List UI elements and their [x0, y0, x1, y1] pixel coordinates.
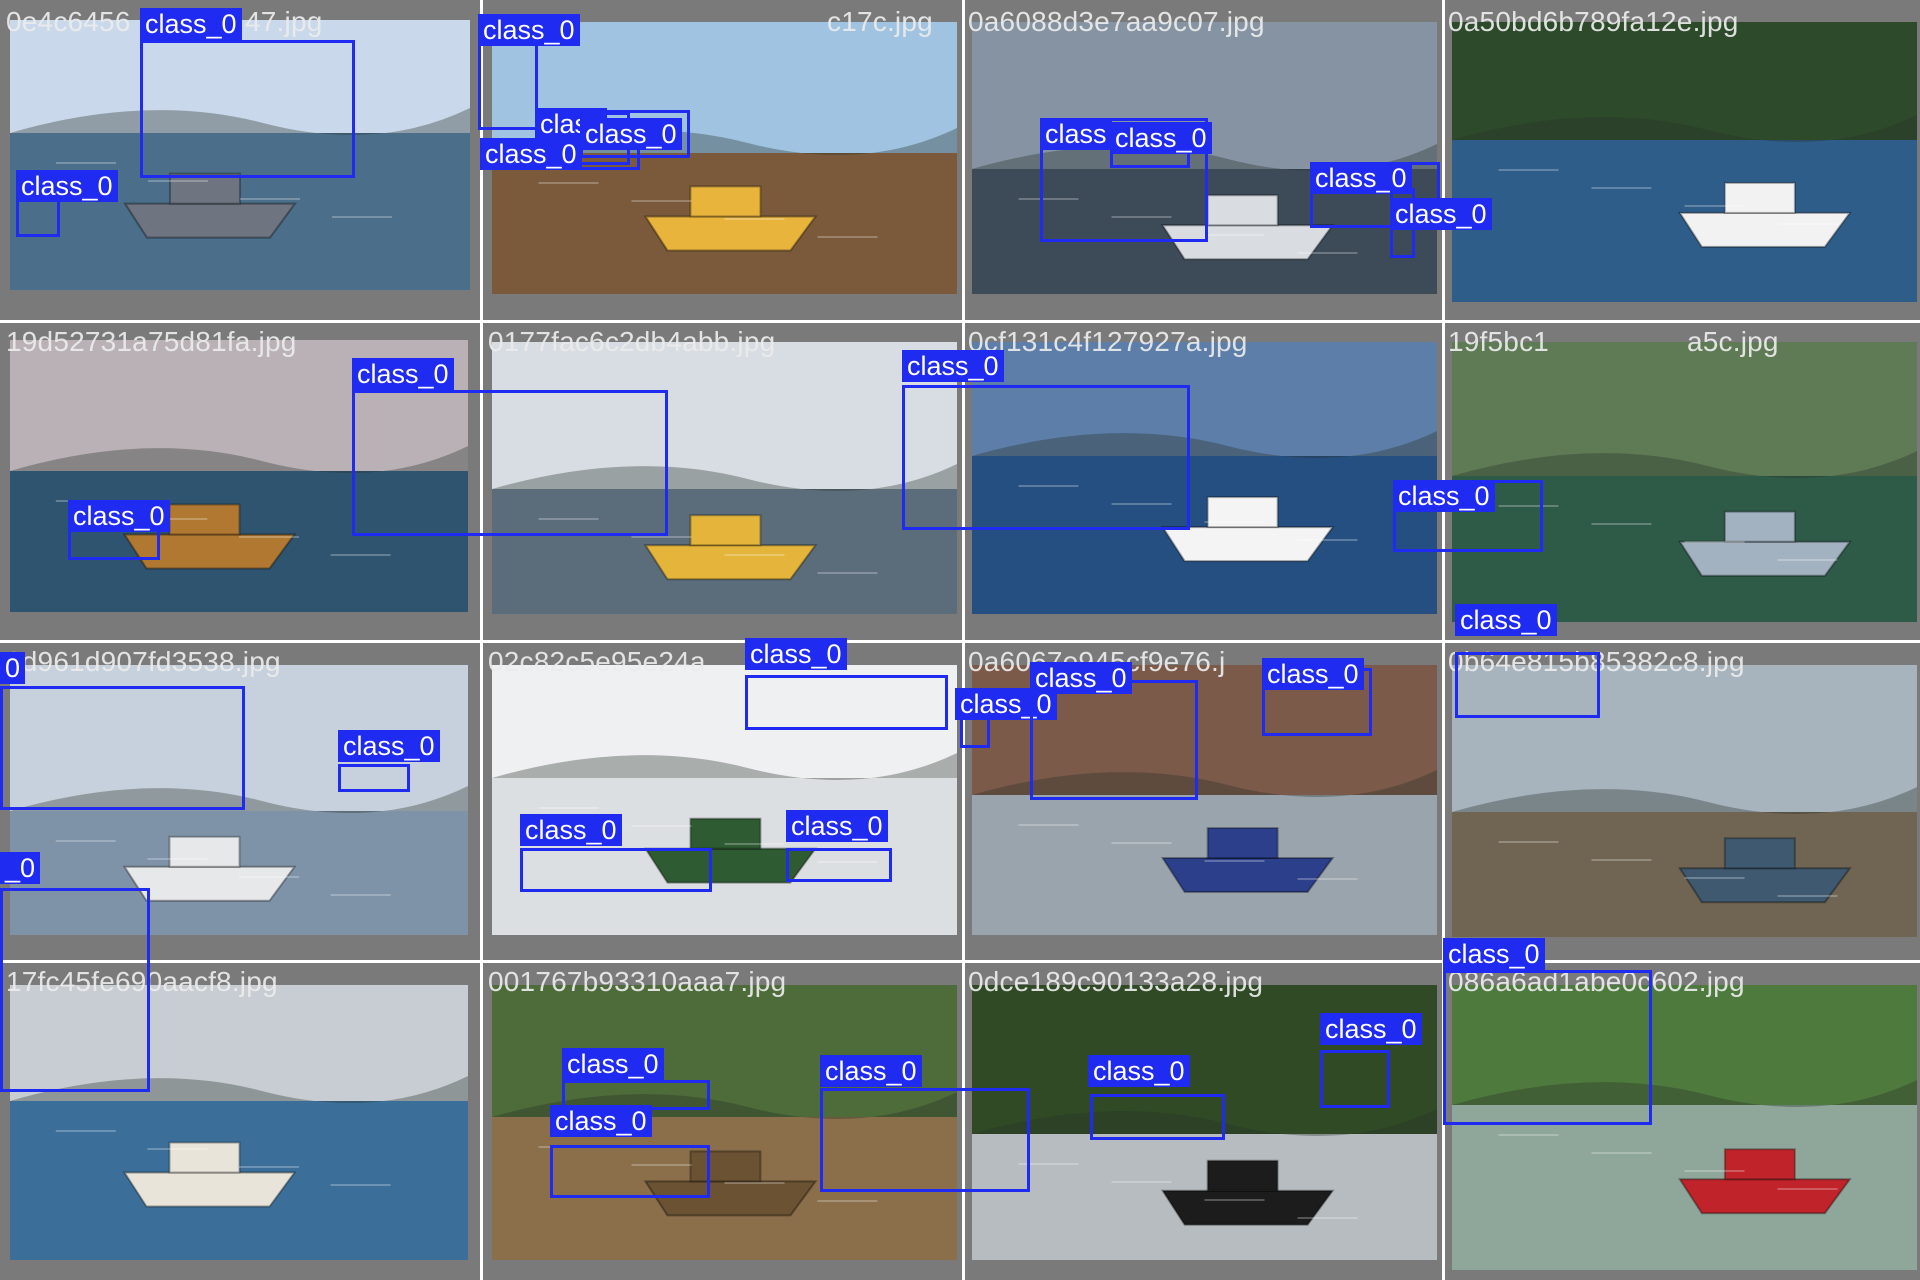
filename-label: 19d52731a75d81fa.jpg: [6, 326, 297, 357]
filename-label: 001767b93310aaa7.jpg: [488, 966, 787, 997]
boat-hull: [1160, 1189, 1335, 1226]
detection-label: class_0: [1110, 122, 1212, 154]
detection-label: class_0: [1262, 658, 1364, 690]
grid-separator-horizontal: [0, 640, 1920, 643]
detection-label: 0: [0, 652, 26, 684]
filename-label-tail: 47.jpg: [245, 6, 323, 37]
filename-label-tail: a5c.jpg: [1687, 326, 1779, 357]
detection-label: class_0: [550, 1105, 652, 1137]
detection-label: class_0: [562, 1048, 664, 1080]
filename-label: 0cf131c4f127927a.jpg: [968, 326, 1248, 357]
detection-label: class_0: [520, 814, 622, 846]
boat-cabin: [169, 172, 241, 205]
boat-cabin: [168, 1141, 241, 1174]
detection-box: [820, 1088, 1030, 1192]
filename-label: 02c82c5e95e24a: [488, 646, 706, 677]
detection-box: [0, 888, 150, 1092]
filename-label: 0e4c6456: [6, 6, 131, 37]
boat-hull: [1678, 1178, 1852, 1215]
boat-cabin: [1206, 827, 1279, 859]
boat-cabin: [1723, 510, 1796, 543]
detection-label: class_0: [1088, 1055, 1190, 1087]
detection-label: class: [1040, 118, 1112, 150]
boat-cabin: [1206, 194, 1279, 227]
boat-hull: [1678, 211, 1852, 248]
photo-scene: [1452, 22, 1917, 302]
detection-label: class_0: [1443, 938, 1545, 970]
filename-label: 19f5bc1: [1448, 326, 1550, 357]
detection-label: class_0: [786, 810, 888, 842]
grid-separator-horizontal: [0, 320, 1920, 323]
detection-box: [338, 764, 410, 792]
sky-region: [1452, 342, 1917, 476]
detection-box: [1320, 1050, 1390, 1108]
detection-label: class_0: [338, 730, 440, 762]
detection-box: [1455, 652, 1600, 718]
photo-white-tugboat: [1452, 22, 1917, 302]
filename-label: 0a6088d3e7aa9c07.jpg: [968, 6, 1265, 37]
boat-cabin: [689, 514, 762, 547]
detection-label: class_0: [1030, 662, 1132, 694]
detection-label: class_0: [1320, 1013, 1422, 1045]
filename-label: 3d961d907fd3538.jpg: [6, 646, 281, 677]
detection-label: class_0: [580, 118, 682, 150]
filename-label: 0a50bd6b789fa12e.jpg: [1448, 6, 1739, 37]
detection-label: class_0: [745, 638, 847, 670]
detection-label: _0: [0, 852, 41, 884]
boat-cabin: [168, 835, 241, 868]
boat-cabin: [1723, 837, 1796, 870]
detection-label: class_0: [1393, 480, 1495, 512]
detection-box: [902, 385, 1190, 530]
detection-box: [0, 686, 245, 810]
filename-label: 0dce189c90133a28.jpg: [968, 966, 1264, 997]
detection-box: [786, 848, 892, 882]
boat-hull: [122, 865, 297, 902]
boat-hull: [1160, 526, 1335, 563]
detection-box: [520, 848, 712, 892]
detection-box: [352, 390, 668, 536]
boat-hull: [122, 1171, 297, 1208]
boat-cabin: [1723, 1148, 1796, 1181]
boat-hull: [123, 202, 297, 239]
detection-label: class_0: [480, 138, 582, 170]
detection-label: class_0: [16, 170, 118, 202]
boat-hull: [1678, 540, 1852, 577]
detection-box: [140, 40, 355, 178]
detection-box: [745, 675, 948, 730]
detection-box: [1090, 1094, 1225, 1140]
detection-box: [550, 1145, 710, 1198]
detection-label: class_0: [478, 14, 580, 46]
detection-label: class_0: [68, 500, 170, 532]
detection-box: [1030, 680, 1198, 800]
boat-cabin: [1723, 181, 1796, 214]
boat-hull: [643, 215, 818, 252]
boat-cabin: [689, 185, 762, 218]
detection-label: class_0: [352, 358, 454, 390]
detection-box: [1443, 970, 1652, 1125]
detection-label: class_0: [140, 8, 242, 40]
boat-hull: [1160, 857, 1335, 893]
grid-separator-horizontal: [0, 960, 1920, 963]
boat-hull: [1678, 867, 1852, 904]
detection-label: class_0: [820, 1055, 922, 1087]
filename-label: 0177fac6c2db4abb.jpg: [488, 326, 776, 357]
boat-cabin: [1206, 1159, 1279, 1192]
sky-region: [1452, 22, 1917, 140]
boat-hull: [643, 544, 818, 581]
detection-label: class_0: [1390, 198, 1492, 230]
detection-mosaic: 0e4c6456 47.jpg c17c.jpg 0a6088d3e7aa9c07.j…: [0, 0, 1920, 1280]
detection-label: class_0: [1455, 604, 1557, 636]
filename-label-tail: c17c.jpg: [827, 6, 933, 37]
detection-label: class_0: [902, 350, 1004, 382]
